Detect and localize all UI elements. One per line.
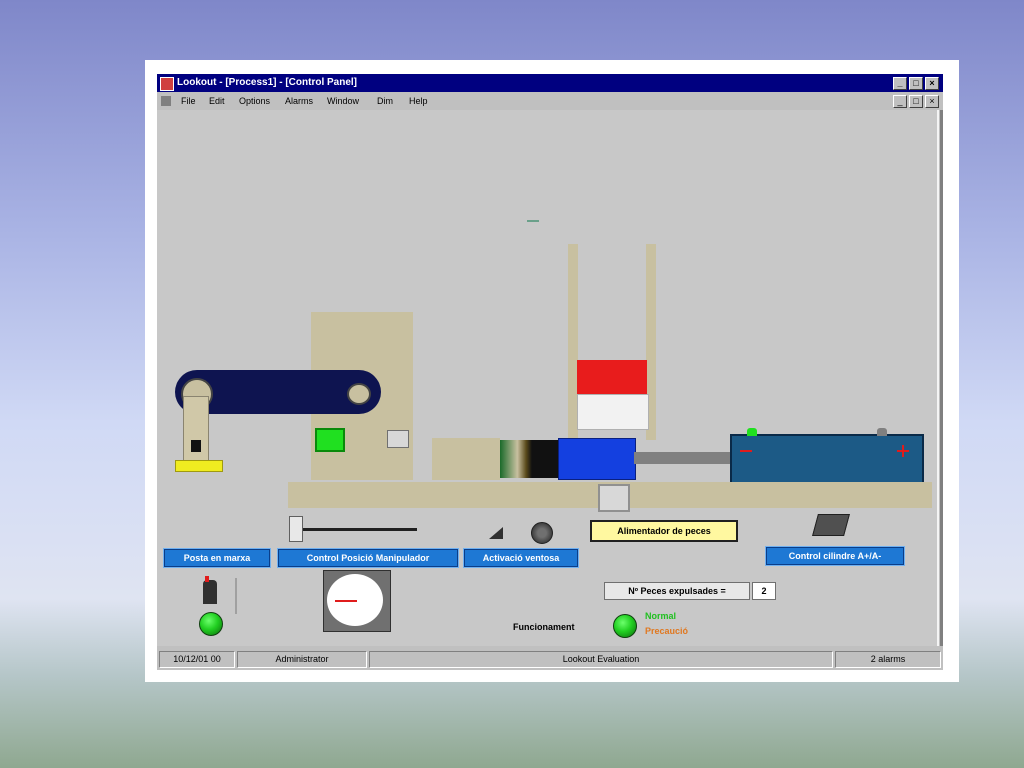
status-user: Administrator <box>237 651 367 668</box>
window-title: Lookout - [Process1] - [Control Panel] <box>177 77 358 88</box>
minus-sign <box>740 450 752 452</box>
vacuum-icon <box>531 522 553 544</box>
title-bar: Lookout - [Process1] - [Control Panel] _… <box>157 74 943 92</box>
expel-slot <box>598 484 630 512</box>
menu-window[interactable]: Window <box>327 92 359 110</box>
status-bar: 10/12/01 00 Administrator Lookout Evalua… <box>157 648 943 670</box>
arm-slot <box>191 440 201 452</box>
ejector-body <box>500 440 558 478</box>
vacuum-button[interactable]: Activació ventosa <box>463 548 579 568</box>
menu-edit[interactable]: Edit <box>209 92 225 110</box>
suction-cup <box>175 460 223 472</box>
start-button[interactable]: Posta en marxa <box>163 548 271 568</box>
switch-body <box>203 580 217 604</box>
menu-dim[interactable]: Dim <box>377 92 393 110</box>
start-led <box>199 612 223 636</box>
manipulator-position-button[interactable]: Control Posició Manipulador <box>277 548 459 568</box>
plus-sign-v <box>902 445 904 457</box>
white-piece <box>577 394 649 430</box>
control-panel-canvas: Alimentador de peces Posta en marxa Cont… <box>157 110 939 646</box>
feeder-label: Alimentador de peces <box>590 520 738 542</box>
marker-line <box>527 220 539 222</box>
doc-close-button[interactable]: × <box>925 95 939 108</box>
menu-help[interactable]: Help <box>409 92 428 110</box>
vertical-scrollbar[interactable] <box>940 110 943 646</box>
vacuum-arrow-icon <box>489 527 503 539</box>
maximize-button[interactable]: □ <box>909 77 923 90</box>
pieces-label: Nº Peces expulsades = <box>604 582 750 600</box>
menu-options[interactable]: Options <box>239 92 270 110</box>
close-button[interactable]: × <box>925 77 939 90</box>
manipulator-slider-track[interactable] <box>303 528 417 531</box>
operation-label: Funcionament <box>513 622 575 632</box>
switch-rod <box>235 578 237 614</box>
menu-bar: File Edit Options Alarms Window Dim Help… <box>157 92 943 110</box>
arm-pivot <box>347 383 371 405</box>
red-piece <box>577 360 647 394</box>
gauge-needle <box>335 600 357 602</box>
ejector-piston <box>558 438 636 480</box>
menu-alarms[interactable]: Alarms <box>285 92 313 110</box>
grey-indicator <box>387 430 409 448</box>
state-normal: Normal <box>645 611 677 621</box>
operation-led <box>613 614 637 638</box>
document-icon[interactable] <box>161 96 171 106</box>
cylinder-body <box>730 434 924 486</box>
doc-minimize-button[interactable]: _ <box>893 95 907 108</box>
switch-indicator <box>205 576 209 582</box>
doc-maximize-button[interactable]: □ <box>909 95 923 108</box>
state-precaution: Precaució <box>645 626 689 636</box>
green-indicator <box>315 428 345 452</box>
pieces-value: 2 <box>752 582 776 600</box>
app-icon <box>160 77 174 91</box>
menu-file[interactable]: File <box>181 92 196 110</box>
minimize-button[interactable]: _ <box>893 77 907 90</box>
lookout-window: Lookout - [Process1] - [Control Panel] _… <box>157 74 943 670</box>
piston-rod <box>634 452 730 464</box>
arm-vertical-link <box>183 396 209 466</box>
status-datetime: 10/12/01 00 <box>159 651 235 668</box>
manipulator-slider-thumb[interactable] <box>289 516 303 542</box>
sensor-a-minus <box>747 428 757 436</box>
cylinder-control-button[interactable]: Control cilindre A+/A- <box>765 546 905 566</box>
cylinder-control-icon <box>812 514 850 536</box>
base-block-left <box>432 438 500 480</box>
status-mode: Lookout Evaluation <box>369 651 833 668</box>
status-alarms: 2 alarms <box>835 651 941 668</box>
sensor-a-plus <box>877 428 887 436</box>
